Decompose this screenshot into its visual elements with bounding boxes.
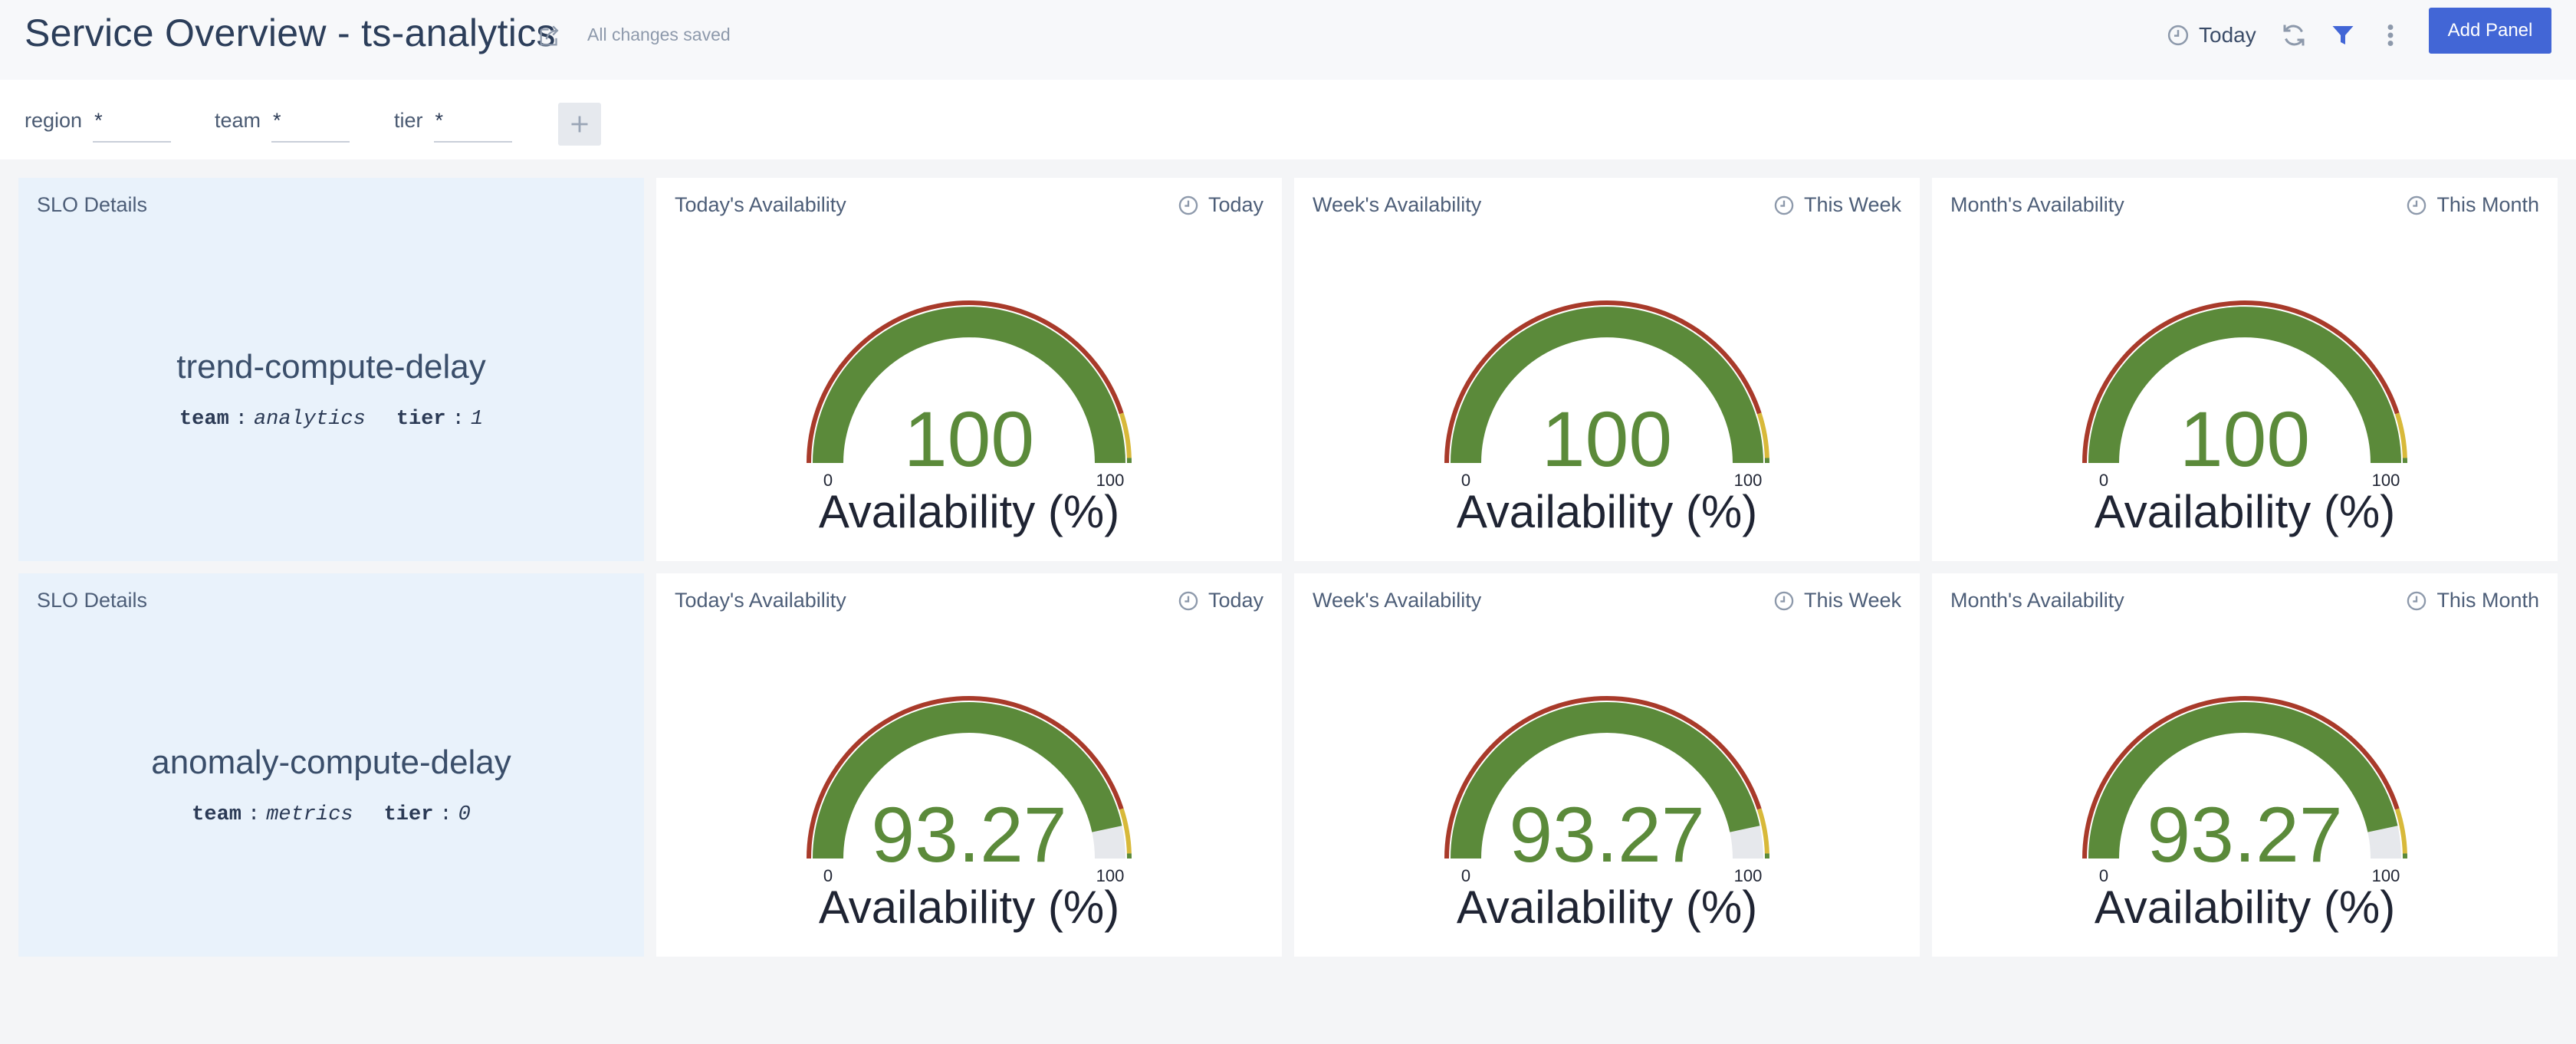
availability-panel-month: Month's Availability This Month 0 100 93.2…	[1932, 573, 2558, 957]
gauge-value: 100	[1542, 396, 1672, 483]
gauge-label: Availability (%)	[1457, 881, 1757, 933]
availability-gauge: 0 100100Availability (%)	[807, 300, 1132, 537]
team-key: team	[192, 803, 242, 826]
filter-region-label: region	[25, 109, 83, 132]
gauge-value: 93.27	[1509, 791, 1704, 878]
availability-panel-month: Month's Availability This Month 0 100 100 A…	[1932, 178, 2558, 561]
availability-panel-today: Today's Availability Today 0 100 93.27 Avai…	[656, 573, 1282, 957]
gauge-label: Availability (%)	[2095, 486, 2395, 537]
slo-tags: team: analytics tier:1	[179, 408, 484, 431]
panel-title: Week's Availability	[1313, 193, 1482, 216]
time-range-picker[interactable]: Today	[2167, 20, 2256, 51]
filter-region: region	[25, 106, 172, 143]
panel-title: Week's Availability	[1313, 589, 1482, 612]
panel-time-label: Today	[1208, 589, 1263, 612]
filter-team: team	[215, 106, 350, 143]
panel-title: SLO Details	[37, 193, 148, 216]
panel-title: Today's Availability	[675, 589, 846, 612]
gauge-label: Availability (%)	[819, 881, 1119, 933]
filter-team-input[interactable]	[271, 106, 350, 143]
dashboard-header: Service Overview - ts-analytics All chan…	[0, 0, 2576, 80]
panel-time-range[interactable]: This Week	[1773, 193, 1901, 217]
gauge-value: 100	[2180, 396, 2310, 483]
availability-gauge: 0 10093.27Availability (%)	[807, 696, 1132, 933]
panel-time-range[interactable]: This Month	[2406, 589, 2539, 612]
clock-icon	[2407, 591, 2426, 610]
panel-time-label: This Week	[1803, 589, 1901, 612]
gauge-label: Availability (%)	[2095, 881, 2395, 933]
share-icon[interactable]	[537, 23, 563, 49]
panel-title: Month's Availability	[1950, 589, 2124, 612]
save-status: All changes saved	[587, 25, 731, 44]
clock-icon	[1774, 195, 1794, 215]
availability-panel-today: Today's Availability Today 0 100 100 Availa…	[656, 178, 1282, 561]
page-title: Service Overview - ts-analytics	[25, 11, 556, 54]
panel-time-range[interactable]: This Week	[1773, 589, 1901, 612]
slo-tags: team: metrics tier:0	[192, 803, 471, 826]
panel-time-label: Today	[1208, 193, 1263, 216]
panel-title: Month's Availability	[1950, 193, 2124, 216]
filter-team-label: team	[215, 109, 261, 132]
panel-time-range[interactable]: This Month	[2406, 193, 2539, 217]
team-key: team	[179, 408, 229, 431]
tier-value: 0	[458, 803, 471, 826]
plus-icon	[571, 116, 588, 133]
gauge-value: 93.27	[871, 791, 1066, 878]
gauge-label: Availability (%)	[819, 486, 1119, 537]
add-panel-button[interactable]: Add Panel	[2429, 8, 2551, 54]
availability-panel-week: Week's Availability This Week 0 100 100 Ava…	[1294, 178, 1920, 561]
tier-key: tier	[383, 803, 434, 826]
clock-icon	[1178, 195, 1198, 215]
team-value: analytics	[253, 408, 366, 431]
availability-panel-week: Week's Availability This Week 0 100 93.27 A…	[1294, 573, 1920, 957]
filter-bar: region team tier	[0, 80, 2576, 159]
slo-name: trend-compute-delay	[176, 348, 486, 386]
filter-tier: tier	[394, 106, 512, 143]
filter-icon[interactable]	[2329, 21, 2357, 49]
filter-tier-label: tier	[394, 109, 423, 132]
time-range-label: Today	[2199, 23, 2256, 47]
panel-title: Today's Availability	[675, 193, 846, 216]
panel-time-range[interactable]: Today	[1178, 589, 1263, 612]
clock-icon	[2167, 25, 2189, 46]
filter-tier-input[interactable]	[433, 106, 512, 143]
tier-key: tier	[396, 408, 446, 431]
availability-gauge: 0 100100Availability (%)	[2082, 300, 2408, 537]
panel-time-range[interactable]: Today	[1178, 193, 1263, 217]
availability-gauge: 0 10093.27Availability (%)	[2082, 696, 2408, 933]
panel-time-label: This Month	[2436, 193, 2539, 216]
gauge-value: 100	[904, 396, 1034, 483]
panel-time-label: This Week	[1803, 193, 1901, 216]
clock-icon	[2407, 195, 2426, 215]
gauge-label: Availability (%)	[1457, 486, 1757, 537]
clock-icon	[1178, 591, 1198, 610]
clock-icon	[1774, 591, 1794, 610]
availability-gauge: 0 10093.27Availability (%)	[1444, 696, 1770, 933]
more-options-icon[interactable]	[2381, 21, 2400, 49]
gauge-value: 93.27	[2147, 791, 2342, 878]
panel-title: SLO Details	[37, 589, 148, 612]
team-value: metrics	[266, 803, 353, 826]
availability-gauge: 0 100100Availability (%)	[1444, 300, 1770, 537]
filter-region-input[interactable]	[93, 106, 172, 143]
slo-details-panel: SLO Details anomaly-compute-delay team: m…	[18, 573, 644, 957]
add-filter-button[interactable]	[558, 103, 601, 146]
slo-name: anomaly-compute-delay	[151, 744, 511, 781]
panel-time-label: This Month	[2436, 589, 2539, 612]
tier-value: 1	[470, 408, 484, 431]
slo-details-panel: SLO Details trend-compute-delay team: ana…	[18, 178, 644, 561]
refresh-icon[interactable]	[2280, 21, 2308, 49]
